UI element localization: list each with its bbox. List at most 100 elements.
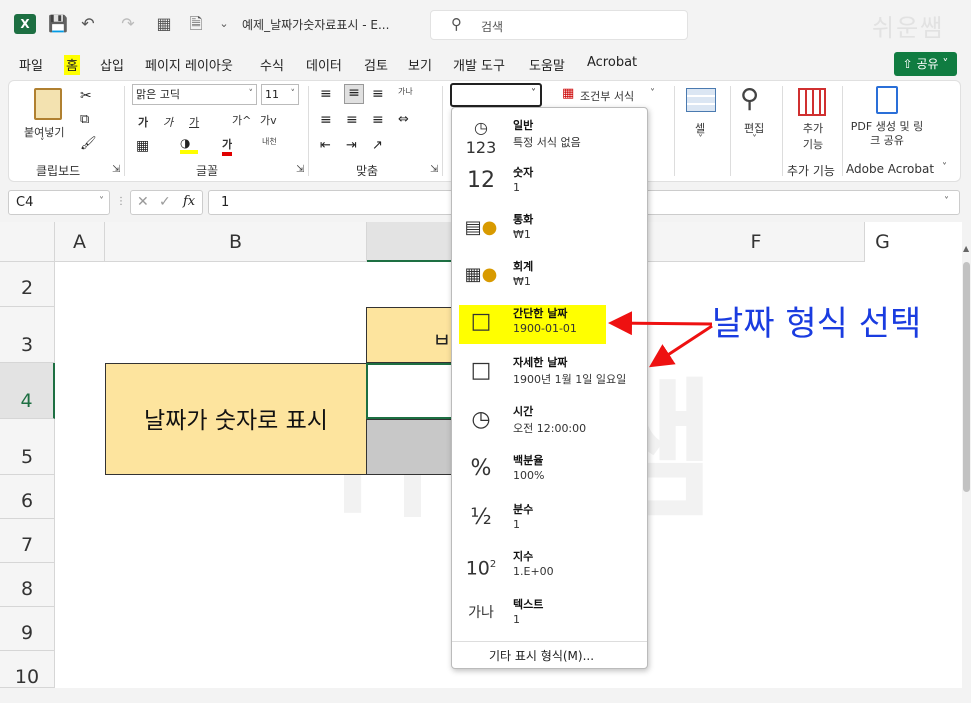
format-item-time[interactable]: ◷ 시간 오전 12:00:00 — [452, 396, 647, 443]
annotation-arrows — [608, 311, 713, 368]
align-top-icon[interactable]: ≡ — [320, 86, 332, 102]
create-pdf-share-button[interactable]: PDF 생성 및 링크 공유 — [850, 120, 924, 148]
decrease-indent-icon[interactable]: ⇤ — [320, 138, 331, 153]
row-header-10[interactable]: 10 — [0, 651, 55, 688]
row-header-3[interactable]: 3 — [0, 307, 55, 363]
phonetic-button[interactable]: 내천 — [262, 136, 277, 147]
row-header-6[interactable]: 6 — [0, 475, 55, 519]
chevron-down-icon[interactable]: ˅ — [752, 134, 757, 145]
tab-developer[interactable]: 개발 도구 — [453, 55, 505, 75]
row-header-9[interactable]: 9 — [0, 607, 55, 651]
scroll-up-icon[interactable]: ▲ — [963, 244, 969, 253]
pdf-link-icon[interactable] — [876, 86, 898, 114]
tab-insert[interactable]: 삽입 — [100, 55, 124, 75]
format-item-number[interactable]: 12 숫자 1 — [452, 157, 647, 204]
dialog-launcher-icon[interactable]: ⇲ — [296, 164, 304, 175]
tab-view[interactable]: 보기 — [408, 55, 432, 75]
format-item-general[interactable]: ◷ 123 일반 특정 서식 없음 — [452, 110, 647, 157]
format-item-text[interactable]: 가나 텍스트 1 — [452, 589, 647, 636]
find-icon[interactable]: ⚲ — [740, 84, 759, 114]
row-header-8[interactable]: 8 — [0, 563, 55, 607]
print-preview-icon[interactable]: 🗎 — [184, 12, 208, 36]
collapse-ribbon-icon[interactable]: ˅ — [942, 162, 947, 173]
chevron-down-icon[interactable]: ˅ — [40, 138, 45, 148]
customize-qat-icon[interactable]: ⌄ — [212, 12, 236, 36]
form-icon[interactable]: ▦ — [152, 12, 176, 36]
conditional-format-icon[interactable]: ▦ — [562, 86, 574, 101]
tab-help[interactable]: 도움말 — [529, 55, 565, 75]
row-header-5[interactable]: 5 — [0, 419, 55, 475]
cells-icon[interactable] — [686, 88, 716, 112]
add-ins-icon[interactable] — [798, 88, 826, 116]
number-format-select[interactable]: ˅ — [450, 83, 542, 107]
format-item-currency[interactable]: ▤● 통화 ₩1 — [452, 204, 647, 251]
enter-icon[interactable]: ✓ — [159, 194, 171, 210]
more-number-formats-item[interactable]: 기타 표시 형식(M)... — [452, 641, 647, 667]
orientation-icon[interactable]: ↗ — [372, 138, 383, 153]
merge-center-icon[interactable]: ⇔ — [398, 112, 409, 127]
merged-cell-b4-b5[interactable]: 날짜가 숫자로 표시 — [105, 363, 367, 475]
format-item-accounting[interactable]: ▦● 회계 ₩1 — [452, 251, 647, 298]
increase-indent-icon[interactable]: ⇥ — [346, 138, 357, 153]
column-header-b[interactable]: B — [105, 222, 367, 262]
bold-button[interactable]: 가 — [138, 114, 148, 130]
align-left-icon[interactable]: ≡ — [320, 112, 332, 128]
tab-acrobat[interactable]: Acrobat — [587, 55, 637, 75]
cell-c3[interactable]: ㅂ — [366, 307, 456, 363]
redo-icon[interactable]: ↷ — [116, 12, 140, 36]
tab-formulas[interactable]: 수식 — [260, 55, 284, 75]
fill-color-icon[interactable]: ◑ — [180, 136, 198, 154]
dialog-launcher-icon[interactable]: ⇲ — [112, 164, 120, 175]
column-header-c[interactable] — [367, 222, 457, 262]
scrollbar-thumb[interactable] — [963, 262, 970, 492]
align-center-icon[interactable]: ≡ — [346, 112, 358, 128]
format-item-fraction[interactable]: ½ 분수 1 — [452, 494, 647, 541]
italic-button[interactable]: 가 — [163, 114, 173, 130]
cut-icon[interactable]: ✂ — [80, 88, 92, 104]
format-painter-icon[interactable]: 🖌 — [80, 136, 97, 151]
tab-file[interactable]: 파일 — [19, 55, 43, 75]
dialog-launcher-icon[interactable]: ⇲ — [430, 164, 438, 175]
column-header-a[interactable]: A — [55, 222, 105, 262]
copy-icon[interactable]: ⧉ — [80, 112, 89, 127]
paste-icon[interactable] — [34, 88, 62, 120]
select-all-button[interactable] — [0, 222, 55, 262]
cell-c4-selected[interactable] — [366, 363, 456, 419]
underline-button[interactable]: 가 — [189, 114, 199, 130]
row-header-2[interactable]: 2 — [0, 262, 55, 307]
save-icon[interactable]: 💾 — [46, 12, 70, 36]
font-name-select[interactable]: 맑은 고딕 ˅ — [132, 84, 257, 105]
cell-c5[interactable] — [366, 419, 456, 475]
tab-review[interactable]: 검토 — [364, 55, 388, 75]
tab-page-layout[interactable]: 페이지 레이아웃 — [145, 55, 233, 75]
tab-data[interactable]: 데이터 — [306, 55, 342, 75]
wrap-text-button[interactable]: 가나 — [398, 86, 416, 97]
undo-icon[interactable]: ↶ — [76, 12, 100, 36]
column-header-g[interactable]: G — [803, 222, 962, 262]
expand-formula-icon[interactable]: ˅ — [944, 196, 949, 207]
insert-function-button[interactable]: fx — [183, 194, 195, 209]
font-size-select[interactable]: 11 ˅ — [261, 84, 299, 105]
format-item-scientific[interactable]: 102 지수 1.E+00 — [452, 541, 647, 588]
format-item-percent[interactable]: % 백분율 100% — [452, 445, 647, 492]
borders-icon[interactable]: ▦ — [136, 138, 149, 154]
align-right-icon[interactable]: ≡ — [372, 112, 384, 128]
cancel-icon[interactable]: ✕ — [137, 194, 149, 210]
align-middle-icon[interactable]: ≡ — [344, 84, 364, 104]
row-header-4[interactable]: 4 — [0, 363, 55, 419]
add-ins-button[interactable]: 추가 기능 — [798, 120, 828, 152]
chevron-down-icon[interactable]: ˅ — [698, 134, 703, 145]
align-bottom-icon[interactable]: ≡ — [372, 86, 384, 102]
font-color-button[interactable]: 가 — [222, 136, 233, 156]
row-header-7[interactable]: 7 — [0, 519, 55, 563]
name-box[interactable]: C4 ˅ — [8, 190, 110, 215]
tab-home[interactable]: 홈 — [64, 55, 80, 75]
conditional-format-button[interactable]: 조건부 서식 — [580, 88, 634, 104]
formula-bar-drag-icon[interactable]: ⋮ — [116, 196, 126, 207]
chevron-down-icon[interactable]: ˅ — [650, 88, 655, 99]
grow-font-button[interactable]: 가^ — [232, 112, 251, 128]
share-button[interactable]: ⇧ 공유 ˅ — [894, 52, 957, 76]
chevron-down-icon: ˅ — [290, 89, 296, 99]
shrink-font-button[interactable]: 가v — [260, 112, 277, 128]
search-input[interactable]: ⚲ 검색 — [430, 10, 688, 40]
